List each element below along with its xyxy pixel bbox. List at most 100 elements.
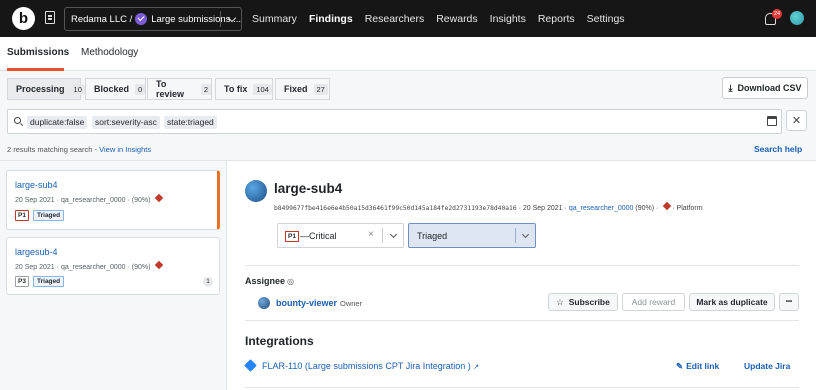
- submission-researcher: qa_researcher_0000: [60, 264, 126, 271]
- nav-rewards[interactable]: Rewards: [436, 13, 477, 25]
- filter-tab-to-fix[interactable]: To fix 104: [215, 78, 273, 100]
- subscribe-button[interactable]: ☆ Subscribe: [548, 293, 618, 311]
- submission-title[interactable]: largesub-4: [15, 247, 58, 257]
- filter-tab-count: 27: [313, 83, 328, 95]
- submission-card[interactable]: largesub-4 20 Sep 2021 · qa_researcher_0…: [6, 237, 220, 295]
- more-options-button[interactable]: •••: [779, 293, 799, 311]
- researcher-avatar: [245, 180, 267, 202]
- bugcrowd-logo[interactable]: b: [12, 7, 35, 30]
- filter-tab-label: Fixed: [284, 84, 308, 94]
- nav-reports[interactable]: Reports: [538, 13, 575, 25]
- submission-date: 20 Sep 2021: [15, 197, 55, 204]
- detail-date: 20 Sep 2021: [522, 205, 563, 212]
- submission-accuracy: (90%): [131, 197, 151, 204]
- state-filter-bar: Processing 10 Blocked 0 To review 2 To f…: [0, 71, 816, 105]
- nav-findings[interactable]: Findings: [309, 13, 353, 25]
- filter-tab-count: 0: [135, 83, 146, 95]
- filter-tab-processing[interactable]: Processing 10: [7, 78, 85, 100]
- detail-target: Platform: [676, 205, 703, 212]
- nav-summary[interactable]: Summary: [252, 13, 297, 25]
- search-chip-state[interactable]: state:triaged: [164, 116, 217, 129]
- jira-issue-label: FLAR-110 (Large submissions CPT Jira Int…: [262, 361, 471, 371]
- jira-issue-link[interactable]: FLAR-110 (Large submissions CPT Jira Int…: [262, 361, 479, 371]
- switcher-divider: [220, 11, 221, 27]
- nav-settings[interactable]: Settings: [587, 13, 625, 25]
- results-count-text: 2 results matching search -: [7, 145, 100, 154]
- state-badge: Triaged: [33, 276, 65, 287]
- assignee-name[interactable]: bounty-viewer: [276, 298, 337, 308]
- submission-card[interactable]: large-sub4 20 Sep 2021 · qa_researcher_0…: [6, 170, 220, 230]
- search-chip-duplicate[interactable]: duplicate:false: [27, 116, 88, 129]
- findings-subnav: Submissions Methodology: [0, 37, 816, 71]
- submission-meta: 20 Sep 2021 · qa_researcher_0000 · (90%): [15, 193, 164, 204]
- filter-tab-label: Blocked: [94, 84, 130, 94]
- submission-list: large-sub4 20 Sep 2021 · qa_researcher_0…: [0, 161, 227, 390]
- edit-link-button[interactable]: ✎ Edit link: [676, 361, 719, 372]
- pencil-icon: ✎: [676, 361, 684, 371]
- search-input[interactable]: duplicate:false sort:severity-asc state:…: [7, 109, 782, 134]
- submission-hash: b8499677fbe416e6e4b50a15d36461f99c50d145…: [274, 205, 517, 212]
- detail-accuracy: (90%): [635, 205, 655, 212]
- document-icon[interactable]: [45, 11, 55, 24]
- target-pin-icon: [155, 193, 164, 203]
- calendar-icon[interactable]: [767, 116, 777, 126]
- assignee-role: Owner: [340, 299, 363, 308]
- severity-label: —Critical: [300, 231, 337, 241]
- search-chip-sort[interactable]: sort:severity-asc: [92, 116, 160, 129]
- verified-badge-icon: [135, 13, 148, 25]
- clear-severity-icon[interactable]: ×: [368, 229, 374, 240]
- filter-tab-label: To review: [156, 79, 185, 99]
- filter-tab-count: 10: [70, 83, 85, 95]
- filter-tab-to-review[interactable]: To review 2: [147, 78, 212, 100]
- top-navigation-bar: b Redama LLC / Large submissions ... Sum…: [0, 0, 816, 37]
- section-divider: [245, 387, 799, 388]
- subscribe-label: Subscribe: [568, 297, 610, 307]
- program-switcher[interactable]: Redama LLC / Large submissions ...: [64, 7, 242, 31]
- select-divider: [382, 228, 383, 243]
- submission-researcher: qa_researcher_0000: [60, 197, 126, 204]
- eye-slash-icon: ◎: [287, 277, 295, 286]
- select-divider: [515, 228, 516, 243]
- external-link-icon: ↗: [473, 364, 480, 371]
- submission-title[interactable]: large-sub4: [15, 180, 58, 190]
- nav-researchers[interactable]: Researchers: [365, 13, 425, 25]
- user-avatar[interactable]: [790, 11, 804, 25]
- filter-tab-count: 104: [253, 83, 272, 95]
- add-reward-button[interactable]: Add reward: [622, 293, 685, 311]
- assignee-heading: Assignee ◎: [245, 276, 294, 286]
- tab-submissions[interactable]: Submissions: [7, 47, 69, 58]
- state-select[interactable]: Triaged: [408, 223, 536, 248]
- notification-count-badge: 24: [772, 9, 782, 19]
- chevron-down-icon: [521, 230, 530, 239]
- search-help-link[interactable]: Search help: [754, 144, 802, 154]
- view-in-insights-link[interactable]: View in Insights: [99, 145, 151, 154]
- clear-search-button[interactable]: ✕: [786, 110, 807, 131]
- filter-tab-label: To fix: [224, 84, 248, 94]
- tab-methodology[interactable]: Methodology: [81, 47, 138, 58]
- priority-badge: P1: [15, 210, 29, 221]
- filter-tab-label: Processing: [16, 84, 65, 94]
- submission-meta: 20 Sep 2021 · qa_researcher_0000 · (90%): [15, 260, 164, 271]
- search-icon: [14, 117, 21, 124]
- search-row: duplicate:false sort:severity-asc state:…: [0, 105, 816, 139]
- submission-accuracy: (90%): [131, 264, 151, 271]
- filter-tab-blocked[interactable]: Blocked 0: [85, 78, 146, 100]
- submission-date: 20 Sep 2021: [15, 264, 55, 271]
- section-divider: [245, 265, 799, 266]
- star-icon: ☆: [556, 296, 564, 307]
- integrations-heading: Integrations: [245, 334, 314, 348]
- update-jira-button[interactable]: Update Jira: [744, 361, 790, 371]
- assignee-avatar: [258, 297, 270, 309]
- severity-select[interactable]: P1 —Critical ×: [277, 223, 404, 248]
- detail-researcher-link[interactable]: qa_researcher_0000: [569, 205, 634, 212]
- priority-badge: P3: [15, 276, 29, 287]
- nav-insights[interactable]: Insights: [490, 13, 526, 25]
- target-pin-icon: [663, 201, 672, 211]
- filter-tab-fixed[interactable]: Fixed 27: [275, 78, 330, 100]
- program-label: Large submissions ...: [151, 13, 241, 25]
- assignee-heading-text: Assignee: [245, 276, 286, 286]
- severity-badge: P1: [285, 231, 299, 242]
- mark-as-duplicate-button[interactable]: Mark as duplicate: [689, 293, 775, 311]
- chevron-down-icon: [389, 230, 398, 239]
- download-csv-button[interactable]: ⤓ Download CSV: [722, 77, 808, 99]
